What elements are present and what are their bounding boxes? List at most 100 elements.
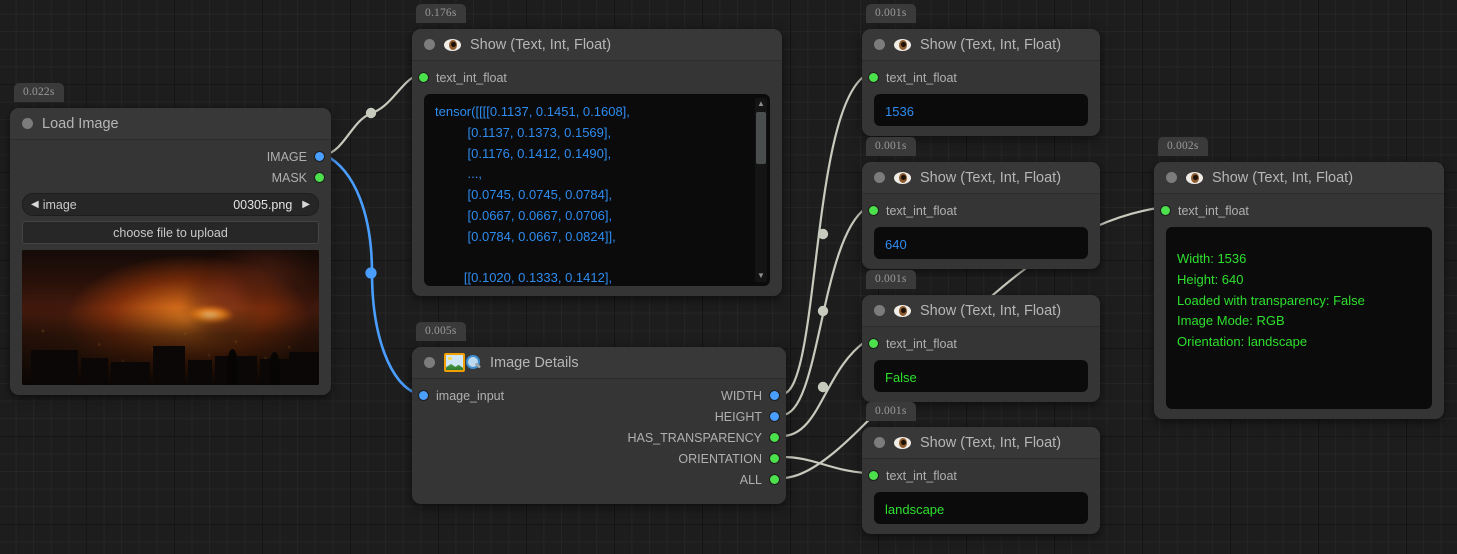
output-label: HAS_TRANSPARENCY [627,431,762,445]
value-output[interactable]: False [874,360,1088,392]
collapse-dot-icon[interactable] [874,437,885,448]
slot-dot-icon[interactable] [770,412,779,421]
collapse-dot-icon[interactable] [1166,172,1177,183]
exec-time-badge: 0.176s [416,4,466,23]
picture-icon [444,353,465,372]
text-line: 640 [885,235,1077,256]
output-slot-height[interactable]: HEIGHT [412,406,786,427]
collapse-dot-icon[interactable] [874,172,885,183]
exec-time-badge: 0.005s [416,322,466,341]
input-label: text_int_float [436,71,507,85]
chevron-right-icon[interactable]: ▶ [302,199,310,210]
value-output[interactable]: 640 [874,227,1088,259]
text-line: Orientation: landscape [1177,332,1421,353]
input-slot-text-int-float[interactable]: text_int_float [412,67,782,88]
node-title-bar[interactable]: Load Image [10,108,331,140]
output-slot-orientation[interactable]: ORIENTATION [412,448,786,469]
output-slot-image[interactable]: IMAGE [10,146,331,167]
node-title-bar[interactable]: Show (Text, Int, Float) [1154,162,1444,194]
node-title-text: Image Details [490,355,579,371]
node-show-all[interactable]: 0.002s Show (Text, Int, Float) text_int_… [1154,162,1444,419]
text-line: [[0.1020, 0.1333, 0.1412], [435,268,759,286]
combo-key: image [39,198,77,212]
slot-dot-icon[interactable] [770,475,779,484]
node-title-bar[interactable]: Show (Text, Int, Float) [862,29,1100,61]
slot-dot-icon[interactable] [869,339,878,348]
node-title-bar[interactable]: Show (Text, Int, Float) [862,295,1100,327]
slot-dot-icon[interactable] [1161,206,1170,215]
output-label: MASK [272,171,307,185]
node-show-width[interactable]: 0.001s Show (Text, Int, Float) text_int_… [862,29,1100,136]
output-slot-width[interactable]: WIDTH [412,385,786,406]
eye-icon [444,39,461,51]
text-line: landscape [885,500,1077,521]
text-line: [0.0667, 0.0667, 0.0706], [435,206,759,227]
node-show-tensor[interactable]: 0.176s Show (Text, Int, Float) text_int_… [412,29,782,296]
eye-icon [894,305,911,317]
slot-dot-icon[interactable] [315,152,324,161]
eye-icon [1186,172,1203,184]
image-combo-widget[interactable]: ◀ image 00305.png ▶ [22,193,319,216]
input-slot-text-int-float[interactable]: text_int_float [1154,200,1444,221]
slot-dot-icon[interactable] [869,206,878,215]
collapse-dot-icon[interactable] [22,118,33,129]
chevron-left-icon[interactable]: ◀ [31,199,39,210]
input-slot-text-int-float[interactable]: text_int_float [862,333,1100,354]
input-slot-text-int-float[interactable]: text_int_float [862,200,1100,221]
node-title-bar[interactable]: Show (Text, Int, Float) [412,29,782,61]
node-show-transparency[interactable]: 0.001s Show (Text, Int, Float) text_int_… [862,295,1100,402]
input-slot-text-int-float[interactable]: text_int_float [862,465,1100,486]
value-output[interactable]: Width: 1536 Height: 640 Loaded with tran… [1166,227,1432,409]
text-line: Width: 1536 [1177,249,1421,270]
collapse-dot-icon[interactable] [874,39,885,50]
text-line: [0.0784, 0.0667, 0.0824]], [435,227,759,248]
magnifier-icon [466,355,481,370]
node-title-bar[interactable]: Show (Text, Int, Float) [862,162,1100,194]
input-slot-text-int-float[interactable]: text_int_float [862,67,1100,88]
textarea-scrollbar[interactable]: ▲ ▼ [755,98,767,282]
text-line: tensor([[[[0.1137, 0.1451, 0.1608], [435,102,759,123]
output-slot-mask[interactable]: MASK [10,167,331,188]
exec-time-badge: 0.001s [866,4,916,23]
output-label: HEIGHT [715,410,762,424]
text-line: Image Mode: RGB [1177,311,1421,332]
choose-file-upload-button[interactable]: choose file to upload [22,221,319,244]
output-label: ALL [740,473,762,487]
output-slot-all[interactable]: ALL [412,469,786,490]
slot-dot-icon[interactable] [770,454,779,463]
node-title-text: Show (Text, Int, Float) [920,170,1061,186]
value-output[interactable]: 1536 [874,94,1088,126]
scroll-up-icon[interactable]: ▲ [755,98,767,110]
value-output[interactable]: landscape [874,492,1088,524]
slot-dot-icon[interactable] [869,471,878,480]
slot-dot-icon[interactable] [315,173,324,182]
slot-dot-icon[interactable] [770,433,779,442]
exec-time-badge: 0.001s [866,402,916,421]
node-image-details[interactable]: 0.005s Image Details image_input WI [412,347,786,504]
tensor-text-output[interactable]: tensor([[[[0.1137, 0.1451, 0.1608], [0.1… [424,94,770,286]
scrollbar-thumb[interactable] [756,112,766,164]
node-show-orientation[interactable]: 0.001s Show (Text, Int, Float) text_int_… [862,427,1100,534]
text-line: [0.1137, 0.1373, 0.1569], [435,123,759,144]
text-line: ..., [435,164,759,185]
text-line-blank [435,248,759,268]
text-line: Height: 640 [1177,270,1421,291]
node-title-bar[interactable]: Image Details [412,347,786,379]
slot-dot-icon[interactable] [419,73,428,82]
input-label: text_int_float [886,71,957,85]
slot-dot-icon[interactable] [869,73,878,82]
slot-dot-icon[interactable] [770,391,779,400]
output-slot-has-transparency[interactable]: HAS_TRANSPARENCY [412,427,786,448]
node-title-text: Show (Text, Int, Float) [920,435,1061,451]
node-show-height[interactable]: 0.001s Show (Text, Int, Float) text_int_… [862,162,1100,269]
node-load-image[interactable]: 0.022s Load Image IMAGE MASK ◀ image 003… [10,108,331,395]
input-label: text_int_float [886,337,957,351]
scroll-down-icon[interactable]: ▼ [755,270,767,282]
node-graph-canvas[interactable]: 0.022s Load Image IMAGE MASK ◀ image 003… [0,0,1457,554]
collapse-dot-icon[interactable] [424,357,435,368]
image-preview[interactable] [22,250,319,385]
collapse-dot-icon[interactable] [874,305,885,316]
collapse-dot-icon[interactable] [424,39,435,50]
exec-time-badge: 0.022s [14,83,64,102]
node-title-bar[interactable]: Show (Text, Int, Float) [862,427,1100,459]
